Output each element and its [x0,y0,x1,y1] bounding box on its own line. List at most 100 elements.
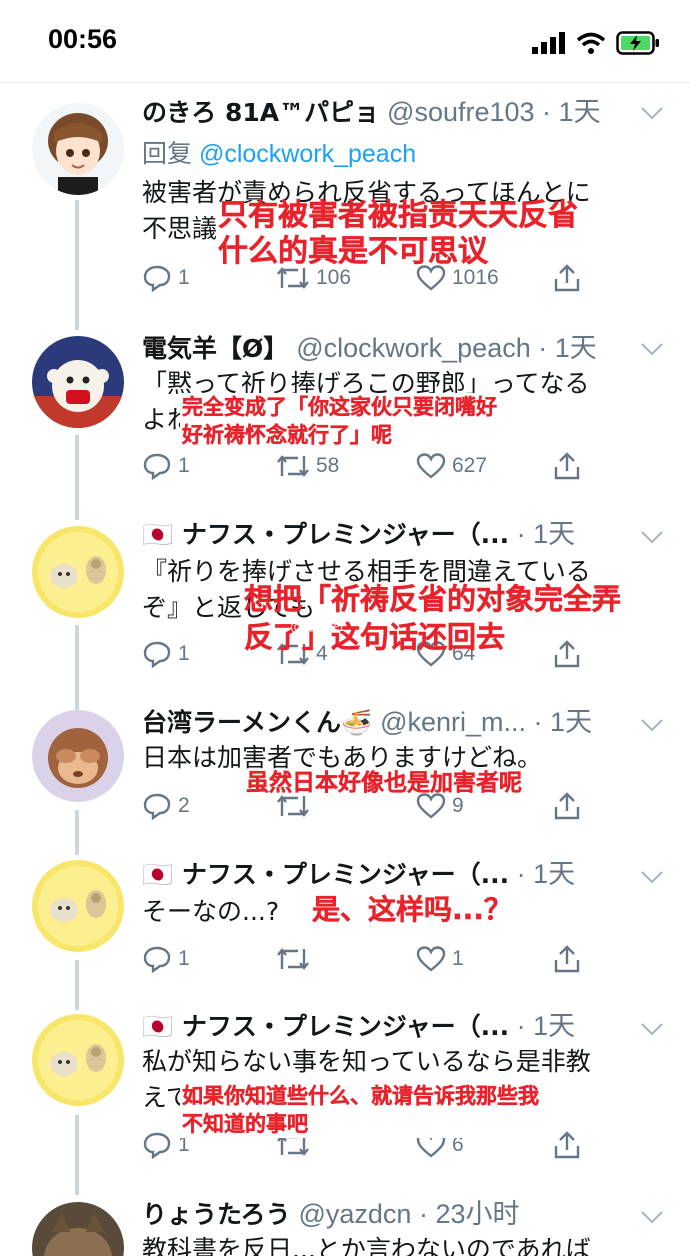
chevron-down-icon[interactable] [640,1022,664,1036]
tweet[interactable]: 🇯🇵 ナフス・プレミンジャー（... · 1天 そーなの...? 1 1 是、这… [0,848,690,1000]
share-button[interactable] [552,1130,582,1160]
chevron-down-icon[interactable] [640,718,664,732]
tweet[interactable]: 🇯🇵 ナフス・プレミンジャー（... · 1天 『祈りを捧げさせる相手を間違えて… [0,508,690,698]
display-name[interactable]: 台湾ラーメンくん🍜 [142,708,372,737]
tweet-header: のきろ 81A™パピョ @soufre103 · 1天 [142,94,620,130]
reply-context: 回复 @clockwork_peach [142,134,416,170]
display-name[interactable]: 🇯🇵 ナフス・プレミンジャー（... [142,520,509,549]
retweet-icon [277,948,309,970]
tweet-header: 台湾ラーメンくん🍜 @kenri_m... · 1天 [142,704,620,740]
tweet[interactable]: 台湾ラーメンくん🍜 @kenri_m... · 1天 日本は加害者でもありますけ… [0,698,690,848]
tweet-actions: 1 1 [142,944,602,974]
reply-count: 1 [178,266,190,289]
separator: · [509,519,534,549]
separator: · [509,859,534,889]
reply-count: 1 [178,947,190,970]
reply-button[interactable]: 1 [142,263,190,293]
separator: · [509,1011,534,1041]
share-button[interactable] [552,791,582,821]
user-handle[interactable]: @clockwork_peach [296,333,531,363]
heart-icon [416,946,446,972]
tweet-header: 🇯🇵 ナフス・プレミンジャー（... · 1天 [142,516,620,552]
user-handle[interactable]: @yazdcn [298,1199,411,1229]
user-handle[interactable]: @soufre103 [387,97,535,127]
share-button[interactable] [552,451,582,481]
share-icon [554,945,580,973]
display-name[interactable]: 🇯🇵 ナフス・プレミンジャー（... [142,1012,509,1041]
tweet-text: 教科書を反日...とか言わないのであれば [142,1235,591,1256]
chevron-down-icon[interactable] [640,1210,664,1224]
reply-prefix: 回复 [142,140,193,168]
share-icon [554,792,580,820]
share-button[interactable] [552,944,582,974]
tweet-time: 1天 [533,859,576,889]
tweet-time: 1天 [550,707,593,737]
display-name[interactable]: 電気羊【Ø】 [142,334,288,363]
avatar[interactable] [32,710,124,802]
tweet-actions: 1 58 627 [142,451,602,481]
tweet[interactable]: 電気羊【Ø】 @clockwork_peach · 1天 「黙って祈り捧げろこの… [0,318,690,508]
translation-overlay: 只有被害者被指责天天反省 什么的真是不可思议 [218,198,578,269]
translation-overlay: 完全变成了「你这家伙只要闭嘴好 好祈祷怀念就行了」呢 [180,393,499,449]
avatar[interactable] [32,526,124,618]
retweet-count: 58 [316,454,340,477]
separator: · [534,97,559,127]
tweet-time: 1天 [558,97,601,127]
avatar[interactable] [32,1202,124,1256]
share-icon [554,1131,580,1159]
reply-button[interactable]: 1 [142,944,190,974]
heart-icon [416,453,446,479]
separator: · [411,1199,436,1229]
reply-icon [143,453,171,480]
avatar[interactable] [32,103,124,195]
chevron-down-icon[interactable] [640,106,664,120]
reply-count: 2 [178,794,190,817]
retweet-button[interactable]: 58 [276,451,339,481]
reply-button[interactable]: 1 [142,639,190,669]
tweet[interactable]: 🇯🇵 ナフス・プレミンジャー（... · 1天 私が知らない事を知っているなら是… [0,1000,690,1190]
avatar[interactable] [32,1014,124,1106]
separator: · [530,333,555,363]
reply-button[interactable]: 2 [142,791,190,821]
user-handle[interactable]: @kenri_m... [380,707,526,737]
avatar[interactable] [32,860,124,952]
avatar[interactable] [32,336,124,428]
tweet[interactable]: のきろ 81A™パピョ @soufre103 · 1天 回复 @clockwor… [0,0,690,318]
like-button[interactable]: 627 [416,451,487,481]
reply-handle[interactable]: @clockwork_peach [199,140,416,168]
reply-icon [143,265,171,292]
tweet-time: 1天 [554,333,597,363]
translation-overlay: 是、这样吗...？ [312,893,512,926]
reply-icon [143,793,171,820]
like-button[interactable]: 1 [416,944,464,974]
retweet-button[interactable] [276,944,316,974]
display-name[interactable]: のきろ 81A™パピョ [142,98,379,127]
reply-count: 1 [178,642,190,665]
reply-count: 1 [178,454,190,477]
share-icon [554,452,580,480]
chevron-down-icon[interactable] [640,530,664,544]
chevron-down-icon[interactable] [640,870,664,884]
like-count: 1 [452,947,464,970]
tweet-header: 電気羊【Ø】 @clockwork_peach · 1天 [142,330,620,366]
tweet[interactable]: りょうたろう @yazdcn · 23小时 教科書を反日...とか言わないのであ… [0,1190,690,1256]
chevron-down-icon[interactable] [640,342,664,356]
translation-overlay: 虽然日本好像也是加害者呢 [246,770,522,796]
watermark: @王高红 [290,619,346,635]
display-name[interactable]: りょうたろう [142,1200,291,1229]
retweet-icon [277,455,309,477]
display-name[interactable]: 🇯🇵 ナフス・プレミンジャー（... [142,860,509,889]
tweet-header: 🇯🇵 ナフス・プレミンジャー（... · 1天 [142,1008,620,1044]
like-count: 627 [452,454,488,477]
translation-overlay: 如果你知道些什么、就请告诉我那些我 不知道的事吧 [180,1082,541,1138]
separator: · [526,707,551,737]
tweet-time: 1天 [533,1011,576,1041]
tweet-time: 23小时 [435,1199,520,1229]
tweet-time: 1天 [533,519,576,549]
tweet-header: 🇯🇵 ナフス・プレミンジャー（... · 1天 [142,856,620,892]
tweet-header: りょうたろう @yazdcn · 23小时 [142,1196,620,1232]
reply-icon [143,1132,171,1159]
reply-icon [143,641,171,668]
reply-icon [143,946,171,973]
reply-button[interactable]: 1 [142,451,190,481]
